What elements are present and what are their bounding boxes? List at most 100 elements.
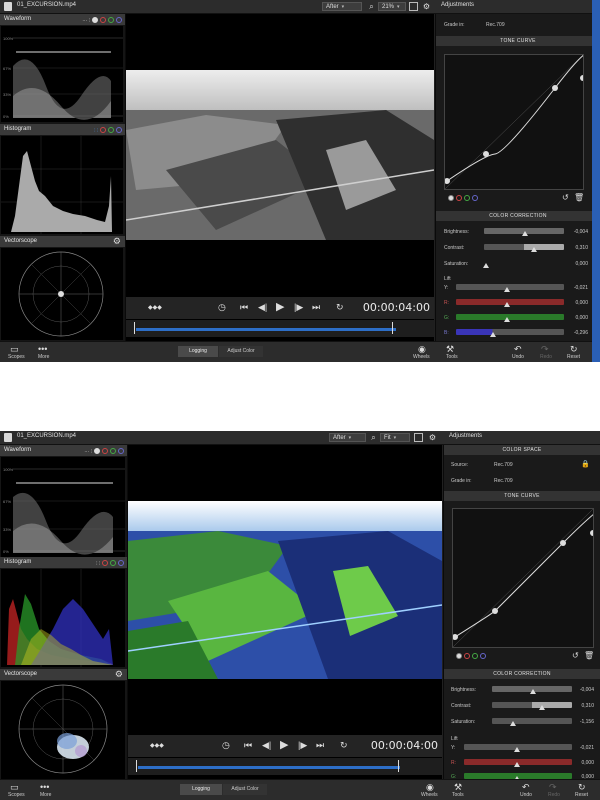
lift-y-knob[interactable] [504,287,510,292]
zoom-value: Fit [384,435,391,441]
logging-tab[interactable]: Logging [180,784,222,795]
timeline-scrubber[interactable] [126,320,434,337]
lift-y-value[interactable]: -0,021 [572,745,594,751]
grade-in-value[interactable]: Rec.709 [494,478,513,484]
lift-g-value[interactable]: 0,000 [566,315,588,321]
lift-r-knob[interactable] [504,302,510,307]
trash-icon[interactable]: 🗑 [584,651,594,660]
step-forward-icon[interactable]: |▶ [294,302,303,313]
in-marker[interactable] [134,322,135,334]
saturation-slider[interactable] [492,718,572,724]
histogram-title: Histogram [4,126,32,132]
timeline-scrubber[interactable] [128,758,442,775]
reset-label: Reset [567,354,581,360]
fullscreen-icon[interactable] [409,2,418,11]
view-mode-value: After [333,435,346,441]
lift-b-slider[interactable] [456,329,564,335]
skip-start-icon[interactable]: ⏮ [244,740,252,751]
view-mode-dropdown[interactable]: After ▾ [322,2,362,11]
step-back-icon[interactable]: ◀| [262,740,271,751]
tone-curve-editor[interactable] [444,52,591,190]
reset-curve-icon[interactable]: ↺ [562,193,569,202]
zoom-dropdown[interactable]: Fit ▾ [380,433,410,442]
view-mode-dropdown[interactable]: After ▾ [329,433,366,442]
in-marker[interactable] [136,760,137,772]
tools-label: Tools [446,354,458,360]
step-forward-icon[interactable]: |▶ [298,740,307,751]
zoom-dropdown[interactable]: 21% ▾ [378,2,406,11]
timer-icon[interactable]: ◷ [218,302,226,313]
tone-curve-editor[interactable] [452,508,600,648]
video-viewer[interactable]: ◆◆◆ ◷ ⏮ ◀| ▶ |▶ ⏭ ↻ 00:00:04:00 [126,14,434,342]
tone-curve-header: TONE CURVE [444,491,600,501]
saturation-value[interactable]: 0,000 [566,261,588,267]
play-icon[interactable]: ▶ [280,738,288,751]
skip-start-icon[interactable]: ⏮ [240,302,248,313]
lift-r-value[interactable]: 0,000 [566,300,588,306]
video-viewer[interactable]: ◆◆◆ ◷ ⏮ ◀| ▶ |▶ ⏭ ↻ 00:00:04:00 [128,445,442,780]
zoom-icon[interactable]: ⌕ [367,2,376,11]
lift-y-knob[interactable] [514,747,520,752]
saturation-value[interactable]: -1,156 [572,719,594,725]
lock-icon[interactable]: 🔒 [581,460,590,468]
gear-icon[interactable]: ⚙ [115,669,123,680]
loop-icon[interactable]: ↻ [340,740,348,751]
contrast-value[interactable]: 0,310 [572,703,594,709]
redo-label: Redo [548,792,560,798]
zoom-value: 21% [382,4,395,10]
contrast-value[interactable]: 0,310 [566,245,588,251]
lift-g-knob[interactable] [504,317,510,322]
vectorscope-graph [18,251,104,337]
brightness-value[interactable]: -0,004 [566,229,588,235]
skip-end-icon[interactable]: ⏭ [316,740,324,751]
step-back-icon[interactable]: ◀| [258,302,267,313]
jog-icon[interactable]: ◆◆◆ [148,304,162,311]
lift-r-knob[interactable] [514,762,520,767]
lift-y-slider[interactable] [456,284,564,290]
grade-in-value[interactable]: Rec.709 [486,22,505,28]
lift-r-slider[interactable] [456,299,564,305]
adjust-color-tab[interactable]: Adjust Color [219,346,263,357]
lift-label: Lift [451,736,458,742]
gear-icon[interactable]: ⚙ [428,433,437,442]
more-icon[interactable]: ••• [38,344,47,354]
contrast-knob[interactable] [531,247,537,252]
logging-tab[interactable]: Logging [178,346,218,357]
contrast-slider[interactable] [484,244,564,250]
adjustments-panel: Grade in: Rec.709 TONE CURVE ↺ 🗑 COLOR C… [435,14,600,342]
gear-icon[interactable]: ⚙ [422,2,431,11]
adjust-color-tab[interactable]: Adjust Color [223,784,267,795]
out-marker[interactable] [392,322,393,334]
gear-icon[interactable]: ⚙ [113,236,121,247]
out-marker[interactable] [398,760,399,772]
zoom-icon[interactable]: ⌕ [369,433,378,442]
saturation-knob[interactable] [483,263,489,268]
lift-b-value[interactable]: -0,296 [566,330,588,336]
contrast-knob[interactable] [539,705,545,710]
more-icon[interactable]: ••• [40,782,49,792]
saturation-knob[interactable] [510,721,516,726]
loop-icon[interactable]: ↻ [336,302,344,313]
curve-channel-toggles[interactable] [446,195,478,202]
brightness-value[interactable]: -0,004 [572,687,594,693]
play-icon[interactable]: ▶ [276,300,284,313]
skip-end-icon[interactable]: ⏭ [312,302,320,313]
document-icon [4,433,12,442]
saturation-label: Saturation: [451,719,476,725]
brightness-label: Brightness: [444,229,470,235]
lift-r-value[interactable]: 0,000 [572,760,594,766]
brightness-knob[interactable] [522,231,528,236]
histogram-header: Histogram ⫶ ⫶ [0,124,125,135]
lift-y-value[interactable]: -0,021 [566,285,588,291]
brightness-knob[interactable] [530,689,536,694]
lift-g-slider[interactable] [456,314,564,320]
video-frame-color [128,501,442,679]
fullscreen-icon[interactable] [414,433,423,442]
trash-icon[interactable]: 🗑 [574,193,584,202]
lift-b-knob[interactable] [490,332,496,337]
contrast-slider[interactable] [492,702,572,708]
timer-icon[interactable]: ◷ [222,740,230,751]
curve-channel-toggles[interactable] [454,653,486,660]
reset-curve-icon[interactable]: ↺ [572,651,579,660]
jog-icon[interactable]: ◆◆◆ [150,742,164,749]
